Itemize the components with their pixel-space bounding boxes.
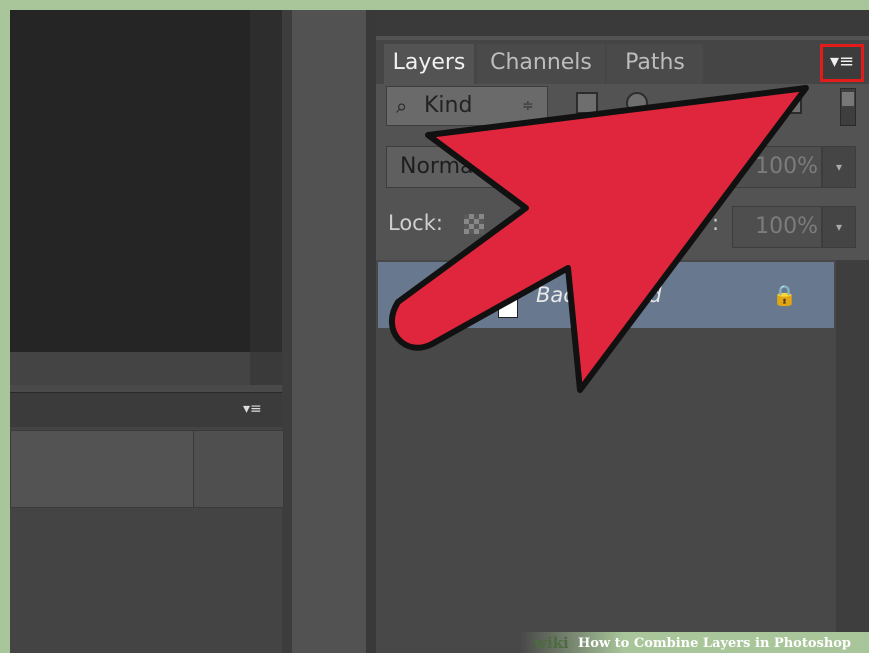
red-arrow-icon	[389, 85, 809, 393]
watermark-brand: wiki	[534, 634, 569, 652]
watermark-title: How to Combine Layers in Photoshop	[578, 636, 852, 651]
screenshot-stage: ▾≡ Layers Channels Paths ▾≡ ⌕ Kind ≑ Nor…	[0, 0, 869, 653]
annotation-arrow-overlay	[389, 85, 809, 393]
